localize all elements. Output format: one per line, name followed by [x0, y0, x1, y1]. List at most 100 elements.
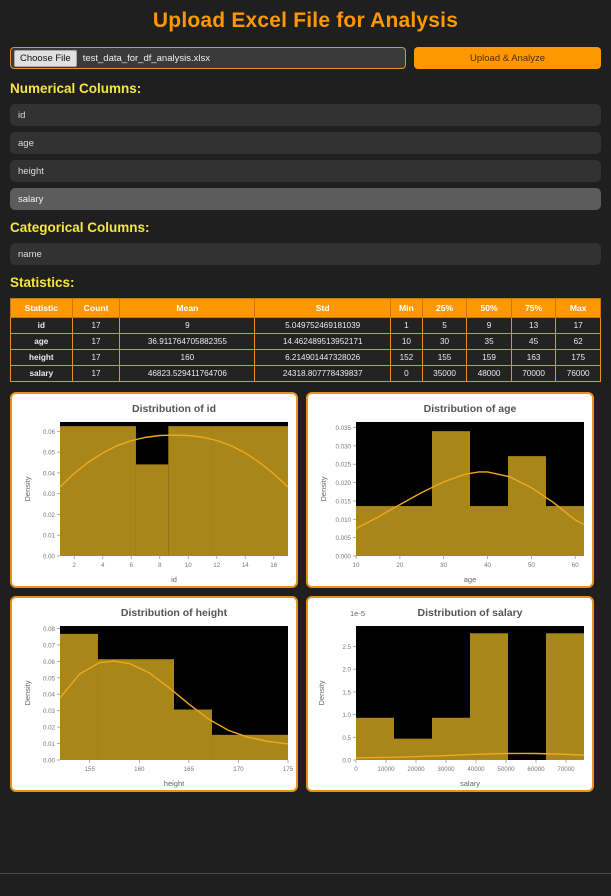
selected-file-name: test_data_for_df_analysis.xlsx: [83, 53, 210, 64]
y-tick-label: 0.02: [43, 725, 56, 732]
table-cell-std: 5.049752469181039: [255, 318, 391, 334]
table-cell-mean: 46823.529411764706: [120, 366, 255, 382]
table-cell-std: 14.462489513952171: [255, 334, 391, 350]
x-tick-label: 14: [242, 562, 249, 569]
table-cell-statistic: id: [11, 318, 73, 334]
chart-title: Distribution of id: [132, 403, 216, 415]
x-tick-label: 10: [185, 562, 192, 569]
y-tick-label: 0.01: [43, 533, 56, 540]
table-cell-p25: 155: [422, 350, 467, 366]
column-list-item[interactable]: age: [10, 132, 601, 154]
x-tick-label: 40: [484, 562, 491, 569]
file-input[interactable]: Choose File test_data_for_df_analysis.xl…: [10, 47, 406, 69]
x-tick-label: 175: [283, 766, 294, 773]
x-axis-label: age: [464, 575, 477, 584]
x-tick-label: 155: [85, 766, 96, 773]
table-row: salary1746823.52941176470624318.80777843…: [11, 366, 601, 382]
table-cell-mean: 9: [120, 318, 255, 334]
table-header-row: StatisticCountMeanStdMin25%50%75%Max: [11, 299, 601, 318]
table-cell-count: 17: [72, 334, 120, 350]
x-tick-label: 60000: [527, 766, 545, 773]
table-column-header: 50%: [467, 299, 512, 318]
x-tick-label: 30: [440, 562, 447, 569]
table-cell-count: 17: [72, 318, 120, 334]
choose-file-button[interactable]: Choose File: [14, 50, 77, 67]
table-column-header: Min: [391, 299, 423, 318]
x-tick-label: 160: [134, 766, 145, 773]
y-tick-label: 0.05: [43, 675, 56, 682]
x-tick-label: 30000: [437, 766, 455, 773]
x-tick-label: 50000: [497, 766, 515, 773]
table-cell-max: 17: [556, 318, 601, 334]
y-tick-label: 0.000: [336, 554, 352, 561]
column-list-item[interactable]: height: [10, 160, 601, 182]
y-tick-label: 0.03: [43, 708, 56, 715]
table-cell-statistic: age: [11, 334, 73, 350]
table-cell-max: 175: [556, 350, 601, 366]
chart-card: Distribution of salary1e-50.00.51.01.52.…: [306, 596, 594, 792]
histogram-bar: [356, 506, 394, 556]
statistics-heading: Statistics:: [10, 275, 601, 290]
x-tick-label: 20: [396, 562, 403, 569]
y-tick-label: 0.025: [336, 462, 352, 469]
table-row: height171606.214901447328026152155159163…: [11, 350, 601, 366]
table-cell-p25: 30: [422, 334, 467, 350]
y-tick-label: 0.04: [43, 692, 56, 699]
app-root: Upload Excel File for Analysis Choose Fi…: [0, 9, 611, 792]
y-tick-label: 0.010: [336, 517, 352, 524]
y-tick-label: 0.005: [336, 535, 352, 542]
column-list-item[interactable]: id: [10, 104, 601, 126]
categorical-columns-heading: Categorical Columns:: [10, 220, 601, 235]
table-cell-p75: 163: [511, 350, 556, 366]
table-column-header: Max: [556, 299, 601, 318]
table-column-header: 75%: [511, 299, 556, 318]
y-tick-label: 0.04: [43, 470, 56, 477]
table-cell-max: 76000: [556, 366, 601, 382]
table-cell-mean: 160: [120, 350, 255, 366]
histogram-bar: [470, 506, 508, 556]
y-tick-label: 1.0: [342, 712, 351, 719]
table-row: id1795.0497524691810391591317: [11, 318, 601, 334]
table-cell-statistic: height: [11, 350, 73, 366]
table-cell-max: 62: [556, 334, 601, 350]
x-tick-label: 4: [101, 562, 105, 569]
table-cell-p25: 5: [422, 318, 467, 334]
charts-grid: Distribution of id 0.00 0.01 0.02 0.03 0.04 0.…: [10, 392, 601, 792]
y-tick-label: 0.03: [43, 491, 56, 498]
y-tick-label: 0.05: [43, 450, 56, 457]
table-cell-p50: 35: [467, 334, 512, 350]
page-title: Upload Excel File for Analysis: [10, 9, 601, 33]
chart-title: Distribution of age: [424, 403, 517, 415]
y-tick-label: 0.02: [43, 512, 56, 519]
y-tick-label: 0.035: [336, 425, 352, 432]
histogram-bar: [60, 634, 98, 760]
y-tick-label: 2.5: [342, 644, 351, 651]
table-column-header: Statistic: [11, 299, 73, 318]
x-axis-label: id: [171, 575, 177, 584]
x-tick-label: 0: [354, 766, 358, 773]
y-tick-label: 0.00: [43, 554, 56, 561]
upload-analyze-button[interactable]: Upload & Analyze: [414, 47, 601, 69]
y-tick-label: 1.5: [342, 689, 351, 696]
x-axis-label: height: [164, 779, 185, 788]
numerical-columns-heading: Numerical Columns:: [10, 81, 601, 96]
chart-card: Distribution of age0.0000.0050.0100.0150…: [306, 392, 594, 588]
y-tick-label: 0.06: [43, 659, 56, 666]
y-axis-label: Density: [319, 476, 328, 501]
table-body: id1795.0497524691810391591317age1736.911…: [11, 318, 601, 382]
chart-title: Distribution of salary: [417, 607, 522, 619]
table-column-header: Mean: [120, 299, 255, 318]
y-tick-label: 0.5: [342, 735, 351, 742]
x-tick-label: 50: [528, 562, 535, 569]
x-tick-label: 6: [130, 562, 134, 569]
table-column-header: Count: [72, 299, 120, 318]
y-tick-label: 0.030: [336, 443, 352, 450]
y-tick-label: 0.00: [43, 758, 56, 765]
table-cell-mean: 36.911764705882355: [120, 334, 255, 350]
column-list-item[interactable]: name: [10, 243, 601, 265]
x-tick-label: 2: [73, 562, 77, 569]
column-list-item[interactable]: salary: [10, 188, 601, 210]
y-tick-label: 0.07: [43, 642, 56, 649]
histogram-bar: [546, 506, 584, 556]
x-tick-label: 16: [270, 562, 277, 569]
